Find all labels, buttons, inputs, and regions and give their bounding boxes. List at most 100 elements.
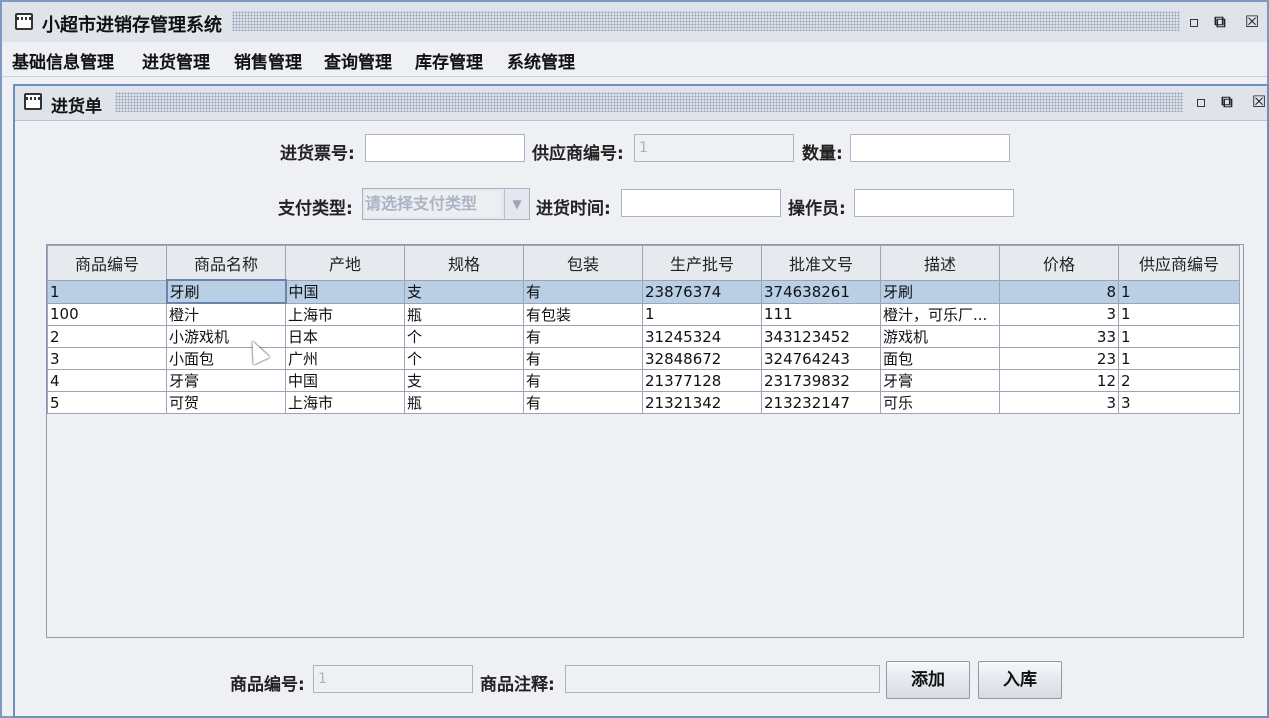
table-cell[interactable]: 面包 (880, 347, 1000, 370)
table-cell[interactable]: 32848672 (642, 347, 762, 370)
column-header[interactable]: 生产批号 (642, 245, 762, 281)
table-cell[interactable]: 可乐 (880, 391, 1000, 414)
table-cell[interactable]: 12 (999, 369, 1119, 392)
menu-system[interactable]: 系统管理 (507, 48, 575, 73)
column-header[interactable]: 供应商编号 (1118, 245, 1240, 281)
menu-query[interactable]: 查询管理 (324, 48, 392, 73)
table-cell[interactable]: 瓶 (404, 391, 524, 414)
table-cell[interactable]: 374638261 (761, 279, 881, 304)
table-row[interactable]: 100 橙汁 上海市 瓶 有包装 1 111 橙汁，可乐厂... 3 1 (47, 302, 1240, 326)
table-cell[interactable]: 小游戏机 (166, 325, 286, 348)
table-cell[interactable]: 牙刷 (165, 279, 287, 304)
table-cell[interactable]: 支 (404, 369, 524, 392)
product-note-field[interactable] (565, 665, 880, 693)
table-cell[interactable]: 牙刷 (880, 279, 1000, 304)
table-cell[interactable]: 1 (1118, 279, 1240, 304)
column-header[interactable]: 批准文号 (761, 245, 881, 281)
inner-minimize-icon[interactable]: ▫ (1191, 92, 1211, 112)
product-id-field[interactable]: 1 (313, 665, 473, 693)
table-cell[interactable]: 213232147 (761, 391, 881, 414)
table-row[interactable]: 5 可贺 上海市 瓶 有 21321342 213232147 可乐 3 3 (47, 391, 1240, 414)
table-cell[interactable]: 1 (642, 302, 762, 326)
table-cell[interactable]: 瓶 (404, 302, 524, 326)
chevron-down-icon[interactable]: ▼ (504, 189, 529, 219)
inner-maximize-icon[interactable]: ⧉ (1217, 92, 1237, 112)
table-cell[interactable]: 有 (523, 391, 643, 414)
table-cell[interactable]: 个 (404, 325, 524, 348)
column-header[interactable]: 商品名称 (166, 245, 286, 281)
table-cell[interactable]: 上海市 (285, 302, 405, 326)
table-cell[interactable]: 3 (47, 347, 167, 370)
table-cell[interactable]: 23876374 (642, 279, 762, 304)
table-row[interactable]: 1 牙刷 中国 支 有 23876374 374638261 牙刷 8 1 (47, 279, 1240, 304)
table-cell[interactable]: 4 (47, 369, 167, 392)
inner-close-icon[interactable]: ☒ (1249, 92, 1269, 112)
table-cell[interactable]: 5 (47, 391, 167, 414)
table-cell[interactable]: 可贺 (166, 391, 286, 414)
table-cell[interactable]: 1 (1118, 302, 1240, 326)
table-row[interactable]: 3 小面包 广州 个 有 32848672 324764243 面包 23 1 (47, 347, 1240, 370)
table-cell[interactable]: 有 (523, 347, 643, 370)
column-header[interactable]: 产地 (285, 245, 405, 281)
column-header[interactable]: 包装 (523, 245, 643, 281)
purchase-time-field[interactable] (621, 189, 781, 217)
table-cell[interactable]: 上海市 (285, 391, 405, 414)
table-cell[interactable]: 23 (999, 347, 1119, 370)
table-cell[interactable]: 8 (999, 279, 1119, 304)
table-cell[interactable]: 21377128 (642, 369, 762, 392)
table-cell[interactable]: 111 (761, 302, 881, 326)
column-header[interactable]: 价格 (999, 245, 1119, 281)
title-bar[interactable]: 小超市进销存管理系统 ▫ ⧉ ☒ (2, 2, 1267, 43)
table-cell[interactable]: 3 (1118, 391, 1240, 414)
menu-inventory[interactable]: 库存管理 (415, 48, 483, 73)
quantity-field[interactable] (850, 134, 1010, 162)
maximize-icon[interactable]: ⧉ (1210, 12, 1230, 32)
table-cell[interactable]: 324764243 (761, 347, 881, 370)
table-cell[interactable]: 有 (523, 279, 643, 304)
minimize-icon[interactable]: ▫ (1184, 12, 1204, 32)
table-cell[interactable]: 33 (999, 325, 1119, 348)
table-cell[interactable]: 橙汁，可乐厂... (880, 302, 1000, 326)
table-cell[interactable]: 1 (1118, 325, 1240, 348)
invoice-field[interactable] (365, 134, 525, 162)
menu-purchase[interactable]: 进货管理 (142, 48, 210, 73)
table-cell[interactable]: 小面包 (166, 347, 286, 370)
operator-field[interactable] (854, 189, 1014, 217)
table-row[interactable]: 4 牙膏 中国 支 有 21377128 231739832 牙膏 12 2 (47, 369, 1240, 392)
table-cell[interactable]: 有 (523, 325, 643, 348)
table-cell[interactable]: 1 (1118, 347, 1240, 370)
inner-title-bar[interactable]: 进货单 ▫ ⧉ ☒ (15, 86, 1267, 121)
table-cell[interactable]: 橙汁 (166, 302, 286, 326)
table-cell[interactable]: 3 (999, 302, 1119, 326)
table-cell[interactable]: 中国 (285, 279, 405, 304)
table-cell[interactable]: 3 (999, 391, 1119, 414)
table-cell[interactable]: 2 (47, 325, 167, 348)
column-header[interactable]: 描述 (880, 245, 1000, 281)
table-cell[interactable]: 中国 (285, 369, 405, 392)
supplier-field[interactable]: 1 (634, 134, 794, 162)
column-header[interactable]: 商品编号 (47, 245, 167, 281)
close-icon[interactable]: ☒ (1242, 12, 1262, 32)
table-cell[interactable]: 游戏机 (880, 325, 1000, 348)
table-cell[interactable]: 牙膏 (166, 369, 286, 392)
table-cell[interactable]: 31245324 (642, 325, 762, 348)
table-cell[interactable]: 个 (404, 347, 524, 370)
stock-in-button[interactable]: 入库 (978, 661, 1062, 699)
table-cell[interactable]: 有 (523, 369, 643, 392)
menu-basic-info[interactable]: 基础信息管理 (12, 48, 114, 73)
table-cell[interactable]: 100 (47, 302, 167, 326)
table-cell[interactable]: 日本 (285, 325, 405, 348)
table-cell[interactable]: 231739832 (761, 369, 881, 392)
column-header[interactable]: 规格 (404, 245, 524, 281)
table-cell[interactable]: 2 (1118, 369, 1240, 392)
table-cell[interactable]: 有包装 (523, 302, 643, 326)
table-cell[interactable]: 广州 (285, 347, 405, 370)
table-cell[interactable]: 牙膏 (880, 369, 1000, 392)
payment-type-select[interactable]: 请选择支付类型 ▼ (362, 188, 530, 220)
table-cell[interactable]: 1 (47, 279, 167, 304)
menu-sales[interactable]: 销售管理 (234, 48, 302, 73)
table-cell[interactable]: 支 (404, 279, 524, 304)
add-button[interactable]: 添加 (886, 661, 970, 699)
table-row[interactable]: 2 小游戏机 日本 个 有 31245324 343123452 游戏机 33 … (47, 325, 1240, 348)
table-cell[interactable]: 21321342 (642, 391, 762, 414)
